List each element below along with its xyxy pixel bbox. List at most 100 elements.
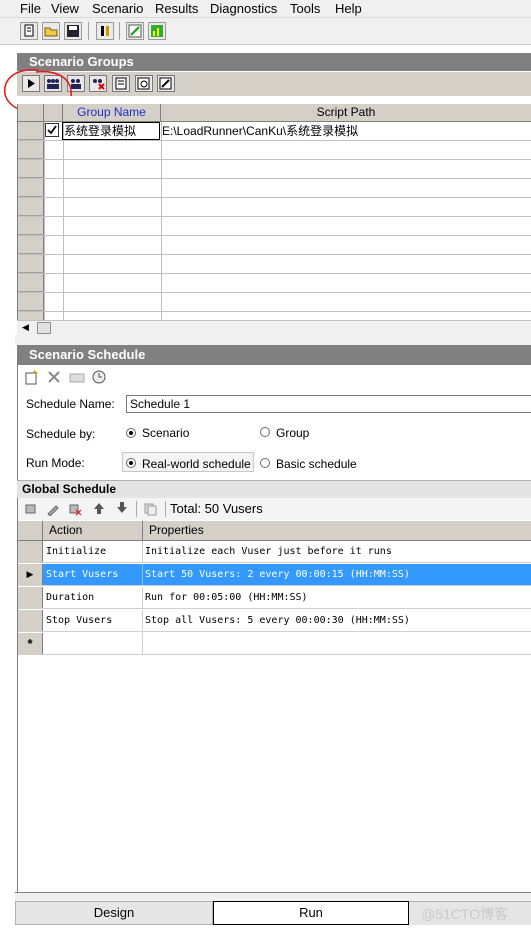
global-schedule-toolbar: Total: 50 Vusers [17, 498, 531, 520]
col-properties[interactable]: Properties [143, 521, 531, 540]
menu-diagnostics[interactable]: Diagnostics [210, 1, 277, 16]
save-icon[interactable] [64, 22, 82, 40]
row-header[interactable] [18, 274, 44, 292]
schedule-name-input[interactable]: Schedule 1 [126, 395, 531, 413]
tab-design[interactable]: Design [15, 901, 213, 925]
scroll-left-icon[interactable]: ◀ [22, 322, 29, 333]
row-header[interactable] [18, 141, 44, 159]
action-cell: Initialize [46, 546, 107, 557]
script-path-cell[interactable]: E:\LoadRunner\CanKu\系统登录模拟 [161, 122, 531, 140]
row-header[interactable] [18, 293, 44, 311]
menu-help[interactable]: Help [335, 1, 362, 16]
run-mode-basic-radio[interactable] [260, 458, 270, 468]
group-name-cell[interactable]: 系统登录模拟 [62, 122, 160, 140]
row-header[interactable] [18, 198, 44, 216]
delete-action-icon[interactable] [68, 502, 82, 519]
new-row-marker: * [18, 633, 43, 654]
global-schedule-title: Global Schedule [22, 482, 117, 496]
table-row[interactable]: Stop Vusers Stop all Vusers: 5 every 00:… [18, 610, 531, 632]
run-mode-label: Run Mode: [26, 456, 85, 470]
new-row[interactable]: * [18, 633, 531, 655]
global-schedule-header: Global Schedule [17, 480, 531, 498]
grid-row-line [18, 178, 531, 179]
watermark: @51CTO博客 [421, 906, 509, 922]
open-folder-icon[interactable] [42, 22, 60, 40]
schedule-by-scenario-label[interactable]: Scenario [142, 426, 189, 440]
row-header[interactable] [18, 255, 44, 273]
run-mode-real-world-radio[interactable] [126, 458, 136, 468]
grid-row-line [18, 159, 531, 160]
grid-row-line [18, 216, 531, 217]
col-script-path[interactable]: Script Path [161, 104, 531, 122]
row-header[interactable] [18, 122, 44, 140]
main-toolbar [0, 18, 531, 45]
menu-scenario[interactable]: Scenario [92, 1, 143, 16]
action-cell: Duration [46, 592, 95, 603]
remove-group-icon[interactable] [89, 75, 107, 92]
copy-action-icon[interactable] [143, 502, 157, 519]
grid-row-line [18, 311, 531, 312]
properties-cell: Initialize each Vuser just before it run… [145, 546, 392, 557]
run-mode-basic-label[interactable]: Basic schedule [276, 457, 357, 471]
view-script-icon[interactable] [135, 75, 153, 92]
row-header[interactable] [18, 217, 44, 235]
col-action[interactable]: Action [43, 521, 143, 540]
row-header[interactable] [18, 236, 44, 254]
schedule-by-group-radio[interactable] [260, 427, 270, 437]
action-cell: Start Vusers [46, 569, 119, 580]
scenario-groups-header: Scenario Groups [17, 53, 531, 71]
schedule-by-scenario-radio[interactable] [126, 428, 136, 438]
table-row[interactable]: Initialize Initialize each Vuser just be… [18, 541, 531, 563]
schedule-settings: Schedule Name: Schedule 1 Schedule by: S… [17, 365, 531, 480]
properties-cell: Start 50 Vusers: 2 every 00:00:15 (HH:MM… [145, 569, 410, 580]
menu-results[interactable]: Results [155, 1, 198, 16]
grid-row-line [18, 254, 531, 255]
move-up-icon[interactable] [93, 501, 105, 518]
analysis-icon[interactable] [148, 22, 166, 40]
properties-cell: Stop all Vusers: 5 every 00:00:30 (HH:MM… [145, 615, 410, 626]
grid-row-line [18, 140, 531, 141]
table-row[interactable]: ▶ Start Vusers Start 50 Vusers: 2 every … [18, 564, 531, 586]
properties-cell: Run for 00:05:00 (HH:MM:SS) [145, 592, 308, 603]
run-time-settings-icon[interactable] [157, 75, 175, 92]
global-schedule-columns: Action Properties [18, 521, 531, 541]
scenario-groups-toolbar [17, 72, 531, 97]
new-schedule-icon[interactable] [24, 370, 40, 389]
script-edit-icon[interactable] [126, 22, 144, 40]
grid-column-line [44, 122, 45, 331]
col-group-name[interactable]: Group Name [63, 104, 161, 122]
menu-tools[interactable]: Tools [290, 1, 320, 16]
move-down-icon[interactable] [116, 501, 128, 518]
tab-run[interactable]: Run [213, 901, 409, 925]
grid-row-line [18, 235, 531, 236]
group-enabled-checkbox[interactable] [45, 123, 59, 137]
grid-row-line [18, 197, 531, 198]
grid-column-line [161, 122, 162, 331]
run-mode-real-world-label[interactable]: Real-world schedule [142, 457, 251, 471]
menu-file[interactable]: File [20, 1, 41, 16]
row-header[interactable] [18, 179, 44, 197]
schedule-by-label: Schedule by: [26, 427, 96, 441]
details-icon[interactable] [112, 75, 130, 92]
table-row[interactable]: Duration Run for 00:05:00 (HH:MM:SS) [18, 587, 531, 609]
scrollbar-thumb[interactable] [37, 322, 51, 334]
schedule-clock-icon[interactable] [91, 369, 107, 388]
current-row-marker-icon: ▶ [18, 564, 43, 585]
total-vusers-label: Total: 50 Vusers [170, 501, 263, 516]
action-cell: Stop Vusers [46, 615, 113, 626]
horizontal-scrollbar[interactable]: ◀ [17, 320, 531, 335]
delete-schedule-icon[interactable] [47, 370, 61, 387]
menu-view[interactable]: View [51, 1, 79, 16]
scenario-schedule-header: Scenario Schedule [17, 345, 531, 365]
add-action-icon[interactable] [24, 502, 38, 519]
vuser-icon[interactable] [96, 22, 114, 40]
new-scenario-icon[interactable] [20, 22, 38, 40]
menu-bar: File View Scenario Results Diagnostics T… [0, 0, 531, 18]
schedule-by-group-label[interactable]: Group [276, 426, 309, 440]
grid-column-line [63, 122, 64, 331]
schedule-name-label: Schedule Name: [26, 397, 115, 411]
grid-row-line [18, 292, 531, 293]
row-header[interactable] [18, 160, 44, 178]
edit-action-icon[interactable] [46, 502, 60, 519]
rename-schedule-icon[interactable] [69, 372, 85, 387]
